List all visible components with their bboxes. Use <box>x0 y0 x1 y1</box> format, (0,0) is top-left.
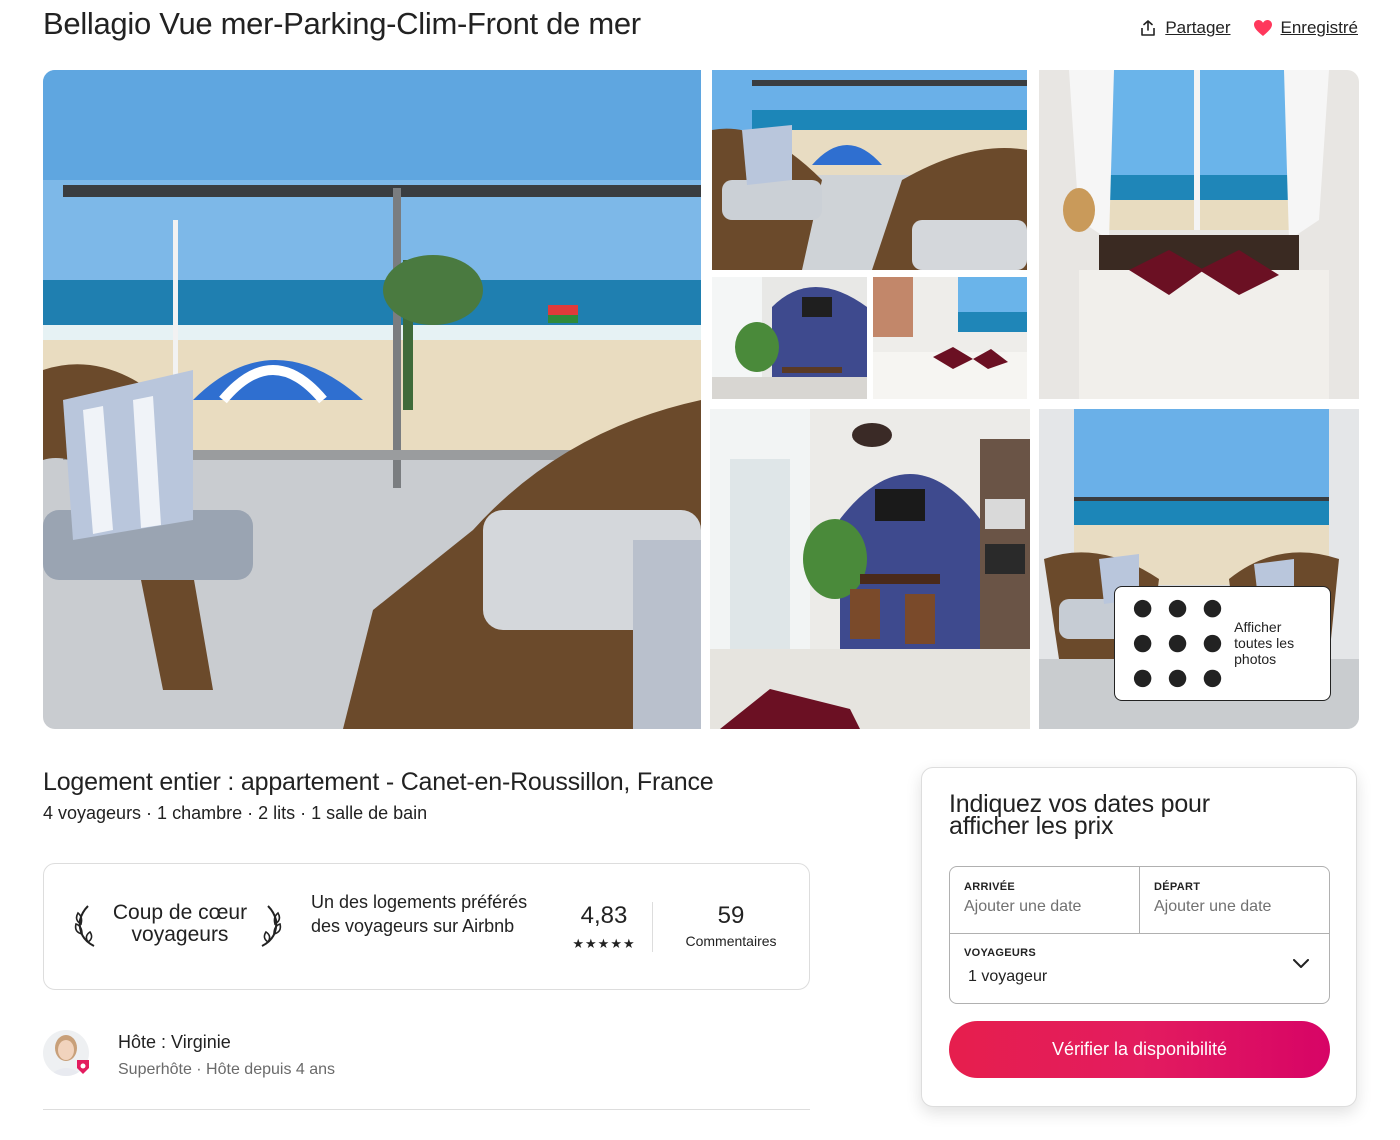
divider <box>652 902 653 952</box>
checkin-field[interactable]: ARRIVÉE Ajouter une date <box>950 867 1139 933</box>
share-label: Partager <box>1165 18 1231 37</box>
share-button[interactable]: Partager <box>1139 18 1231 38</box>
guests-selector[interactable]: VOYAGEURS 1 voyageur <box>950 934 1329 1004</box>
booking-card: Indiquez vos dates pour afficher les pri… <box>921 767 1357 1107</box>
reviews-count[interactable]: 59 <box>664 902 798 930</box>
page-title: Bellagio Vue mer-Parking-Clim-Front de m… <box>43 6 641 41</box>
host-subtitle: Superhôte · Hôte depuis 4 ans <box>118 1061 336 1078</box>
host-name: Hôte : Virginie <box>118 1032 231 1052</box>
listing-type-title: Logement entier : appartement - Canet-en… <box>43 768 714 796</box>
show-all-photos-label: Afficher toutes les photos <box>1234 619 1295 668</box>
guests-label: VOYAGEURS <box>964 947 1036 959</box>
photo-dining-area[interactable] <box>710 409 1030 729</box>
dates-guests-box: ARRIVÉE Ajouter une date DÉPART Ajouter … <box>949 866 1330 1004</box>
laurel-right-icon <box>261 905 282 947</box>
photo-gallery: Afficher toutes les photos <box>43 70 1359 729</box>
check-availability-button[interactable]: Vérifier la disponibilité <box>949 1021 1330 1078</box>
save-button[interactable]: Enregistré <box>1253 18 1358 38</box>
top-actions: Partager Enregistré <box>1139 18 1358 38</box>
checkin-placeholder: Ajouter une date <box>964 898 1082 915</box>
photo-balcony-terrace[interactable]: Afficher toutes les photos <box>1039 409 1359 729</box>
photo-living-room[interactable] <box>712 277 867 399</box>
chevron-down-icon[interactable] <box>1293 959 1309 969</box>
reviews-label[interactable]: Commentaires <box>664 933 798 949</box>
rating-value: 4,83 <box>580 902 628 929</box>
guests-value: 1 voyageur <box>968 968 1048 985</box>
photo-bedroom[interactable] <box>873 277 1027 399</box>
section-divider <box>43 1109 810 1110</box>
heart-icon <box>1253 20 1272 36</box>
checkin-label: ARRIVÉE <box>964 881 1015 893</box>
laurel-left-icon <box>74 905 95 947</box>
rating-stars-icon: ★★★★★ <box>572 936 636 951</box>
checkout-field[interactable]: DÉPART Ajouter une date <box>1140 867 1330 933</box>
photo-balcony-chairs[interactable] <box>712 70 1027 270</box>
share-icon <box>1141 20 1156 36</box>
saved-label: Enregistré <box>1280 18 1358 37</box>
main-photo[interactable] <box>43 70 701 729</box>
guest-favorite-card: Coup de cœur voyageurs Un des logements … <box>43 863 810 990</box>
checkout-placeholder: Ajouter une date <box>1154 898 1272 915</box>
photo-bedroom-window[interactable] <box>1039 70 1359 399</box>
guest-favorite-description: Un des logements préférés des voyageurs … <box>311 892 528 936</box>
show-all-photos-button[interactable]: Afficher toutes les photos <box>1114 585 1331 701</box>
guest-favorite-badge-title: Coup de cœur voyageurs <box>112 901 248 946</box>
checkout-label: DÉPART <box>1154 881 1201 893</box>
grid-dots-icon <box>1133 599 1222 688</box>
listing-summary: 4 voyageurs · 1 chambre · 2 lits · 1 sal… <box>43 803 428 823</box>
superhost-badge-icon <box>77 1060 89 1074</box>
booking-title: Indiquez vos dates pour afficher les pri… <box>949 790 1210 840</box>
